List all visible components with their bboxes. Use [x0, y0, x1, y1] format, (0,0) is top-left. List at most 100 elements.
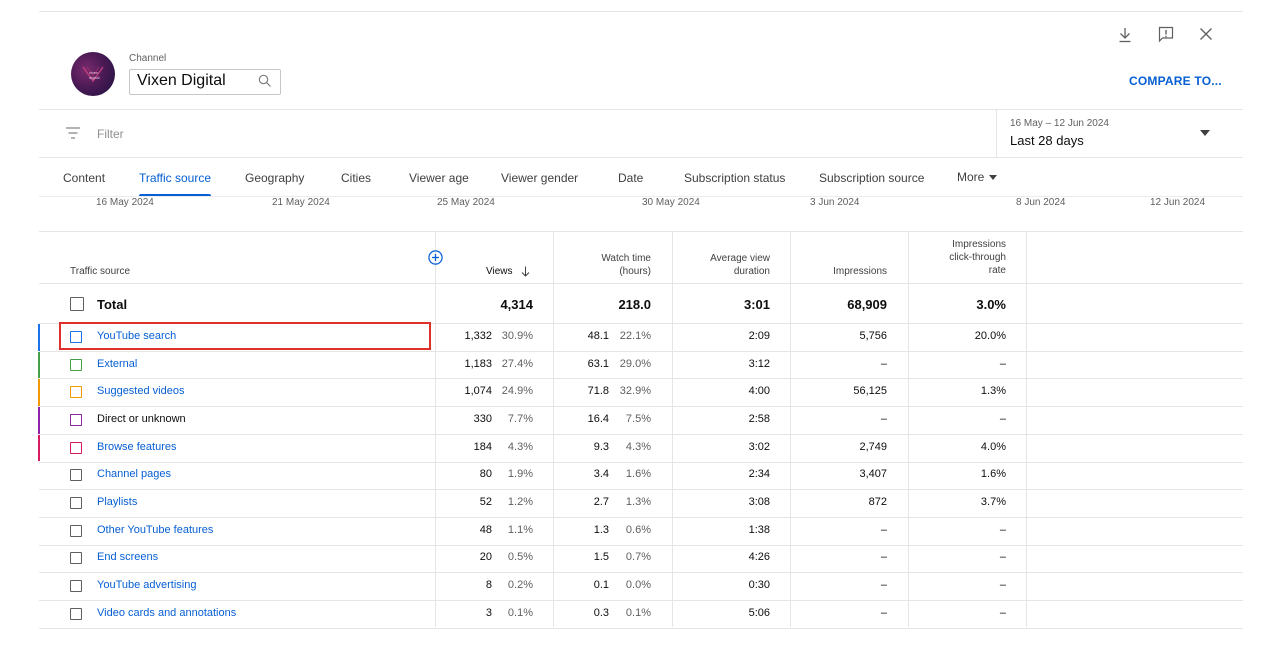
traffic-source-name[interactable]: Other YouTube features	[97, 524, 213, 536]
traffic-source-name[interactable]: Suggested videos	[97, 385, 184, 397]
row-checkbox[interactable]	[70, 524, 82, 537]
views-value: 330	[473, 412, 492, 425]
watch-time-value: 0.3	[593, 606, 609, 619]
column-header-average-view-duration[interactable]: Average view duration	[680, 252, 770, 278]
traffic-source-name[interactable]: Channel pages	[97, 468, 171, 480]
traffic-source-name: Direct or unknown	[97, 412, 186, 425]
views-value: 184	[473, 440, 492, 453]
row-divider	[39, 516, 1243, 518]
column-header-views[interactable]: Views	[486, 265, 513, 278]
tab-traffic-source[interactable]: Traffic source	[139, 171, 211, 185]
column-header-impressions[interactable]: Impressions	[796, 265, 887, 278]
ctr-value: 1.3%	[980, 385, 1006, 398]
traffic-source-name[interactable]: End screens	[97, 551, 158, 563]
watch-time-percent: 7.5%	[625, 412, 651, 425]
col-divider	[790, 231, 791, 627]
traffic-source-name[interactable]: YouTube advertising	[97, 579, 196, 591]
filter-input[interactable]: Filter	[97, 127, 124, 141]
views-value: 1,183	[464, 357, 492, 370]
tab-subscription-status[interactable]: Subscription status	[684, 171, 785, 185]
watch-time-percent: 29.0%	[619, 357, 651, 370]
total-impressions: 68,909	[847, 297, 887, 312]
tab-geography[interactable]: Geography	[245, 171, 304, 185]
ctr-value: –	[999, 551, 1006, 564]
sort-down-icon[interactable]	[521, 266, 530, 277]
row-checkbox[interactable]	[70, 386, 82, 399]
views-percent: 1.2%	[507, 496, 533, 509]
row-checkbox[interactable]	[70, 413, 82, 426]
impressions-value: –	[880, 412, 887, 425]
channel-avatar[interactable]: vixen digital	[71, 52, 115, 96]
compare-to-button[interactable]: COMPARE TO...	[1129, 74, 1222, 88]
tab-content[interactable]: Content	[63, 171, 105, 185]
row-divider	[39, 544, 1243, 546]
average-view-duration: 3:08	[748, 496, 770, 509]
views-value: 1,074	[464, 385, 492, 398]
chevron-down-icon[interactable]	[1200, 130, 1210, 136]
tab-subscription-source[interactable]: Subscription source	[819, 171, 924, 185]
total-checkbox[interactable]	[70, 297, 84, 311]
column-header-ctr[interactable]: Impressions click-through rate	[915, 238, 1006, 277]
traffic-source-name[interactable]: External	[97, 358, 137, 370]
row-checkbox[interactable]	[70, 358, 82, 371]
watch-time-value: 0.1	[593, 579, 609, 592]
download-icon[interactable]	[1118, 27, 1132, 43]
date-tick: 21 May 2024	[272, 197, 330, 208]
traffic-source-name[interactable]: Playlists	[97, 496, 137, 508]
impressions-value: –	[880, 551, 887, 564]
tab-viewer-gender[interactable]: Viewer gender	[501, 171, 578, 185]
col-divider	[435, 231, 436, 627]
row-checkbox[interactable]	[70, 580, 82, 593]
add-metric-icon[interactable]	[428, 250, 443, 265]
watch-time-value: 2.7	[593, 496, 609, 509]
average-view-duration: 2:34	[748, 468, 770, 481]
column-header-watch-time[interactable]: Watch time (hours)	[560, 252, 651, 278]
row-checkbox[interactable]	[70, 441, 82, 454]
average-view-duration: 4:00	[748, 385, 770, 398]
average-view-duration: 2:58	[748, 412, 770, 425]
channel-label: Channel	[129, 53, 167, 64]
row-checkbox[interactable]	[70, 607, 82, 620]
impressions-value: 2,749	[859, 440, 887, 453]
watch-time-value: 16.4	[587, 412, 609, 425]
watch-time-value: 1.5	[593, 551, 609, 564]
watch-time-percent: 0.7%	[625, 551, 651, 564]
views-value: 48	[479, 523, 492, 536]
ctr-value: –	[999, 412, 1006, 425]
more-chevron-icon[interactable]	[989, 175, 997, 180]
filter-divider	[996, 110, 997, 157]
tab-cities[interactable]: Cities	[341, 171, 371, 185]
row-divider	[39, 600, 1243, 601]
row-divider	[39, 572, 1243, 574]
ctr-value: 3.7%	[980, 496, 1006, 509]
views-percent: 0.2%	[507, 579, 533, 592]
watch-time-percent: 1.6%	[625, 468, 651, 481]
filter-icon[interactable]	[65, 126, 81, 140]
traffic-source-name[interactable]: Browse features	[97, 441, 176, 453]
watch-time-value: 63.1	[587, 357, 609, 370]
impressions-value: 5,756	[859, 329, 887, 342]
series-color-bar	[38, 379, 40, 407]
views-percent: 7.7%	[507, 412, 533, 425]
views-value: 52	[479, 496, 492, 509]
row-checkbox[interactable]	[70, 469, 82, 482]
tab-viewer-age[interactable]: Viewer age	[409, 171, 469, 185]
tab-more[interactable]: More	[957, 170, 984, 184]
row-checkbox[interactable]	[70, 552, 82, 565]
row-divider	[39, 627, 1243, 629]
average-view-duration: 3:12	[748, 357, 770, 370]
watch-time-percent: 1.3%	[625, 496, 651, 509]
traffic-source-name[interactable]: Video cards and annotations	[97, 607, 236, 619]
tab-date[interactable]: Date	[618, 171, 643, 185]
feedback-icon[interactable]	[1158, 26, 1174, 43]
search-icon[interactable]	[258, 74, 272, 88]
period-selector[interactable]: Last 28 days	[1010, 133, 1084, 148]
ctr-value: 20.0%	[974, 329, 1006, 342]
average-view-duration: 0:30	[748, 579, 770, 592]
channel-name[interactable]: Vixen Digital	[137, 72, 226, 90]
watch-time-percent: 0.0%	[625, 579, 651, 592]
row-checkbox[interactable]	[70, 497, 82, 510]
date-tick: 8 Jun 2024	[1016, 197, 1066, 208]
ctr-value: –	[999, 523, 1006, 536]
close-icon[interactable]	[1199, 27, 1213, 41]
